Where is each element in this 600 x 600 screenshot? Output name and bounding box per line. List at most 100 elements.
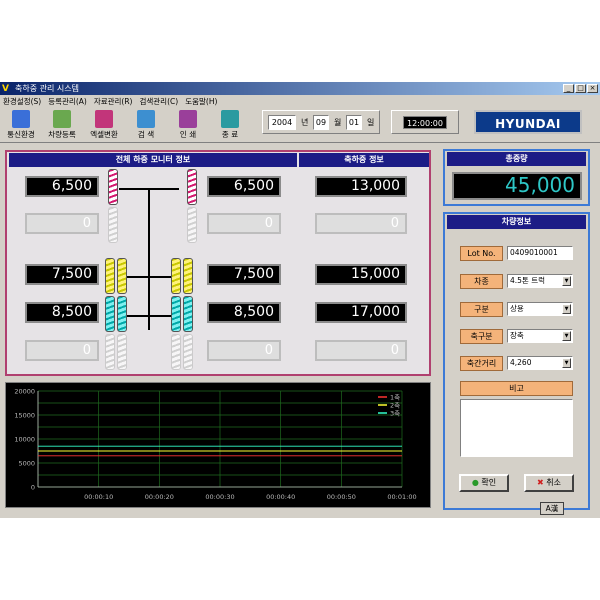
x-tick-label: 00:00:40	[266, 493, 295, 501]
axle-class-select[interactable]: 장축 ▼	[507, 329, 573, 343]
axle-line-1	[119, 188, 179, 190]
confirm-label: 확인	[481, 478, 497, 487]
month-field[interactable]: 09	[313, 115, 329, 130]
legend-label: 2축	[390, 401, 400, 410]
axle-load-2: 0	[315, 213, 407, 234]
menu-data[interactable]: 자료관리(R)	[94, 96, 133, 107]
axle-distance-select[interactable]: 4,260 ▼	[507, 356, 573, 370]
vehicle-info-title: 차량정보	[447, 215, 586, 229]
x-tick-label: 00:00:10	[84, 493, 113, 501]
close-icon: ✖	[537, 478, 544, 487]
close-button[interactable]: ×	[587, 84, 598, 93]
load-chart-panel: 20000 15000 10000 5000 0 00:00:10 00:00:20 00:0…	[5, 382, 431, 508]
confirm-button[interactable]: ● 확인	[459, 474, 509, 492]
comm-settings-button[interactable]: 통신환경	[3, 108, 39, 142]
vehicle-register-button[interactable]: 차량등록	[44, 108, 80, 142]
chevron-down-icon[interactable]: ▼	[562, 304, 571, 314]
left-wheel-load-5: 0	[25, 340, 99, 361]
left-wheel-load-4: 8,500	[25, 302, 99, 323]
right-wheel-load-3: 7,500	[207, 264, 281, 285]
window-title: 축하중 관리 시스템	[15, 84, 79, 93]
load-chart: 20000 15000 10000 5000 0 00:00:10 00:00:20 00:0…	[14, 388, 416, 502]
check-icon: ●	[471, 478, 479, 487]
axle-class-value: 장축	[510, 331, 524, 340]
toolbar-label: 인 쇄	[179, 130, 197, 139]
tire-icon	[183, 334, 193, 370]
chevron-down-icon[interactable]: ▼	[562, 276, 571, 286]
tire-icon	[183, 258, 193, 294]
total-weight-title: 총중량	[447, 152, 586, 166]
year-field[interactable]: 2004	[268, 115, 296, 130]
minimize-button[interactable]: _	[563, 84, 574, 93]
day-field[interactable]: 01	[346, 115, 362, 130]
note-textarea[interactable]	[460, 399, 573, 457]
print-button[interactable]: 인 쇄	[170, 108, 206, 142]
total-weight-value: 45,000	[452, 172, 582, 200]
right-wheel-load-4: 8,500	[207, 302, 281, 323]
tire-icon	[171, 334, 181, 370]
monitor-title: 전체 하중 모니터 정보	[9, 153, 297, 167]
toolbar-label: 통신환경	[7, 130, 35, 139]
ime-indicator[interactable]: A漢	[540, 502, 564, 515]
clock-time: 12:00:00	[403, 116, 447, 129]
year-unit: 년	[301, 118, 309, 127]
excel-icon	[95, 110, 113, 128]
magnifier-icon	[137, 110, 155, 128]
menu-help[interactable]: 도움말(H)	[185, 96, 217, 107]
tire-icon	[171, 258, 181, 294]
axle-load-4: 17,000	[315, 302, 407, 323]
cancel-button[interactable]: ✖ 취소	[524, 474, 574, 492]
tire-icon	[117, 296, 127, 332]
search-button[interactable]: 검 색	[128, 108, 164, 142]
menu-bar: 환경설정(S) 등록관리(A) 자료관리(R) 검색관리(C) 도움말(H)	[0, 95, 600, 107]
excel-export-button[interactable]: 엑셀변환	[86, 108, 122, 142]
month-unit: 월	[334, 118, 342, 127]
vehicle-type-select[interactable]: 4.5톤 트럭 ▼	[507, 274, 573, 288]
y-tick-label: 5000	[18, 460, 35, 468]
toolbar-label: 종 료	[221, 130, 239, 139]
axle-distance-label: 축간거리	[460, 356, 503, 371]
left-wheel-load-2: 0	[25, 213, 99, 234]
maximize-button[interactable]: □	[575, 84, 586, 93]
hyundai-logo: HYUNDAI	[474, 110, 582, 134]
toolbar-label: 검 색	[137, 130, 155, 139]
note-label: 비고	[460, 381, 573, 396]
chassis-line	[148, 190, 150, 330]
exit-icon	[221, 110, 239, 128]
toolbar-label: 엑셀변환	[90, 130, 118, 139]
tire-icon	[187, 169, 197, 205]
y-tick-label: 20000	[14, 388, 35, 396]
day-unit: 일	[367, 118, 375, 127]
class-select[interactable]: 상용 ▼	[507, 302, 573, 316]
right-wheel-load-1: 6,500	[207, 176, 281, 197]
lot-field[interactable]: 0409010001	[507, 246, 573, 260]
tire-icon	[105, 334, 115, 370]
chevron-down-icon[interactable]: ▼	[562, 358, 571, 368]
x-tick-label: 00:00:50	[327, 493, 356, 501]
vehicle-type-value: 4.5톤 트럭	[510, 276, 546, 285]
axle-load-5: 0	[315, 340, 407, 361]
chevron-down-icon[interactable]: ▼	[562, 331, 571, 341]
tire-icon	[187, 207, 197, 243]
menu-search[interactable]: 검색관리(C)	[139, 96, 178, 107]
load-monitor-panel: 전체 하중 모니터 정보 축하중 정보 6,500 0 7,500 8,500 …	[5, 150, 431, 376]
menu-registration[interactable]: 등록관리(A)	[48, 96, 87, 107]
right-wheel-load-2: 0	[207, 213, 281, 234]
clock-display: 12:00:00	[391, 110, 459, 134]
exit-button[interactable]: 종 료	[212, 108, 248, 142]
y-tick-label: 15000	[14, 412, 35, 420]
left-wheel-load-3: 7,500	[25, 264, 99, 285]
cancel-label: 취소	[546, 478, 561, 487]
menu-settings[interactable]: 환경설정(S)	[3, 96, 41, 107]
tire-icon	[117, 258, 127, 294]
legend-label: 3축	[390, 409, 400, 418]
network-icon	[12, 110, 30, 128]
legend-label: 1축	[390, 393, 400, 402]
toolbar-label: 차량등록	[48, 130, 76, 139]
truck-icon	[53, 110, 71, 128]
total-weight-panel: 총중량 45,000	[443, 149, 590, 206]
axle-load-3: 15,000	[315, 264, 407, 285]
y-tick-label: 10000	[14, 436, 35, 444]
class-label: 구분	[460, 302, 503, 317]
x-tick-label: 00:01:00	[387, 493, 416, 501]
